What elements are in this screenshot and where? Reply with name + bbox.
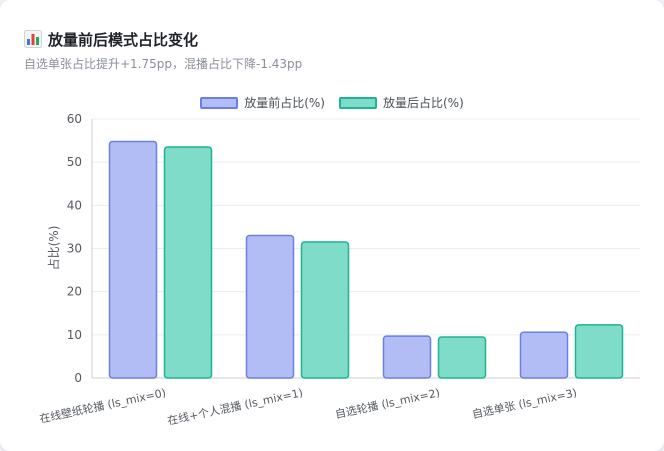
x-tick-label: 在线壁纸轮播 (ls_mix=0) [38,385,167,425]
bar-before-0[interactable] [108,140,158,379]
x-tick-label: 自选单张 (ls_mix=3) [471,386,578,421]
y-axis-label: 占比(%) [46,226,61,271]
chart-bars [108,140,624,379]
y-axis-ticks: 0 10 20 30 40 50 60 [67,112,82,385]
bar-after-0[interactable] [163,146,213,379]
bar-after-2[interactable] [437,336,487,379]
bar-after-1[interactable] [300,241,350,379]
y-tick-label: 60 [67,112,82,126]
bar-chart: 0 10 20 30 40 50 60 在线壁纸轮播 (ls_mix=0) 在线+个人混播 (… [38,112,640,428]
y-tick-label: 50 [67,155,82,169]
x-tick-label: 在线+个人混播 (ls_mix=1) [166,385,304,427]
bar-before-1[interactable] [245,234,295,379]
y-tick-label: 0 [74,371,82,385]
bar-before-2[interactable] [382,335,432,379]
bar-after-3[interactable] [574,324,624,379]
x-tick-label: 自选轮播 (ls_mix=2) [334,385,441,421]
y-tick-label: 30 [67,242,82,256]
x-axis-ticks: 在线壁纸轮播 (ls_mix=0) 在线+个人混播 (ls_mix=1) 自选轮播 … [38,385,578,427]
y-tick-label: 20 [67,285,82,299]
y-tick-label: 40 [67,198,82,212]
chart-card: 放量前后模式占比变化 自选单张占比提升+1.75pp，混播占比下降-1.43pp… [0,0,664,451]
y-tick-label: 10 [67,328,82,342]
bar-before-3[interactable] [519,331,569,379]
